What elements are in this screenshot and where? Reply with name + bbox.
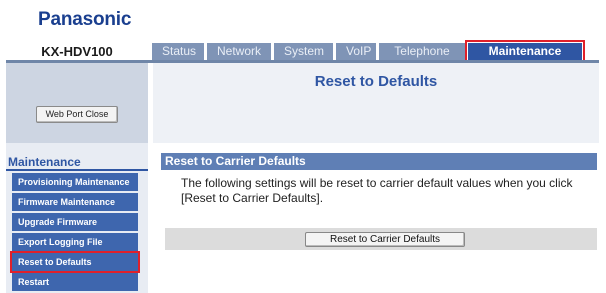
model-name: KX-HDV100 <box>41 44 113 59</box>
sidebar-item-firmware-maintenance[interactable]: Firmware Maintenance <box>12 193 138 211</box>
sidebar-section-title: Maintenance <box>8 155 81 169</box>
reset-to-carrier-defaults-button[interactable]: Reset to Carrier Defaults <box>305 232 465 247</box>
brand-logo: Panasonic <box>38 9 132 30</box>
tab-telephone[interactable]: Telephone <box>379 43 465 60</box>
tab-voip[interactable]: VoIP <box>336 43 376 60</box>
tab-system[interactable]: System <box>274 43 333 60</box>
sidebar-menu: Provisioning Maintenance Firmware Mainte… <box>10 173 140 293</box>
main-tabs: Status Network System VoIP Telephone Mai… <box>152 40 585 63</box>
web-port-close-button[interactable]: Web Port Close <box>36 106 118 123</box>
tab-status[interactable]: Status <box>152 43 204 60</box>
sidebar-divider <box>6 169 148 171</box>
sidebar: Web Port Close Maintenance Provisioning … <box>6 63 148 293</box>
sidebar-top-panel: Web Port Close <box>6 63 148 143</box>
tab-network[interactable]: Network <box>207 43 271 60</box>
section-header: Reset to Carrier Defaults <box>161 153 597 170</box>
section-description: The following settings will be reset to … <box>181 176 573 205</box>
sidebar-item-export-logging-file[interactable]: Export Logging File <box>12 233 138 251</box>
page-title: Reset to Defaults <box>314 73 438 90</box>
sidebar-item-restart[interactable]: Restart <box>12 273 138 291</box>
sidebar-item-upgrade-firmware[interactable]: Upgrade Firmware <box>12 213 138 231</box>
tab-maintenance[interactable]: Maintenance <box>465 40 585 63</box>
sidebar-item-reset-to-defaults[interactable]: Reset to Defaults <box>10 251 140 273</box>
sidebar-item-provisioning-maintenance[interactable]: Provisioning Maintenance <box>12 173 138 191</box>
